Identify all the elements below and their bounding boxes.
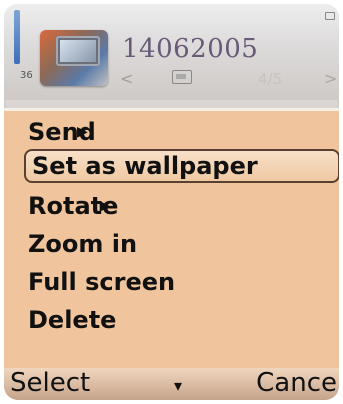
signal-strength-icon	[14, 10, 20, 64]
menu-item-delete[interactable]: Delete	[28, 303, 116, 337]
options-menu: Send ▶ Set as wallpaper Rotate ▶ Zoom in…	[4, 108, 339, 369]
menu-item-label: Zoom in	[28, 230, 138, 258]
chevron-right-icon[interactable]: >	[324, 69, 337, 88]
softkey-bar: Select ▾ Cance	[4, 368, 339, 400]
menu-item-send[interactable]: Send ▶	[28, 115, 96, 149]
menu-item-set-as-wallpaper[interactable]: Set as wallpaper	[24, 149, 339, 183]
page-counter: 4/5	[258, 70, 283, 88]
softkey-select[interactable]: Select	[10, 368, 90, 398]
menu-item-label: Full screen	[28, 268, 176, 296]
softkey-cancel[interactable]: Cance	[256, 368, 337, 398]
battery-icon	[325, 12, 335, 20]
menu-item-rotate[interactable]: Rotate ▶	[28, 189, 118, 223]
chevron-left-icon[interactable]: <	[120, 69, 133, 88]
image-icon	[172, 70, 192, 84]
submenu-arrow-icon: ▶	[77, 124, 88, 140]
phone-screen: 36 14062005 < 4/5 > Send ▶ Set as wallpa…	[4, 4, 339, 400]
gallery-thumbnail-icon	[40, 30, 108, 86]
header: 36 14062005 < 4/5 >	[4, 4, 339, 100]
menu-item-label: Delete	[28, 306, 117, 334]
softkey-menu-indicator[interactable]: ▾	[174, 376, 182, 395]
menu-item-full-screen[interactable]: Full screen	[28, 265, 175, 299]
image-title: 14062005	[122, 34, 259, 64]
signal-label: 36	[20, 70, 33, 81]
menu-item-zoom-in[interactable]: Zoom in	[28, 227, 137, 261]
menu-item-label: Set as wallpaper	[32, 152, 258, 180]
submenu-arrow-icon: ▶	[99, 198, 111, 214]
